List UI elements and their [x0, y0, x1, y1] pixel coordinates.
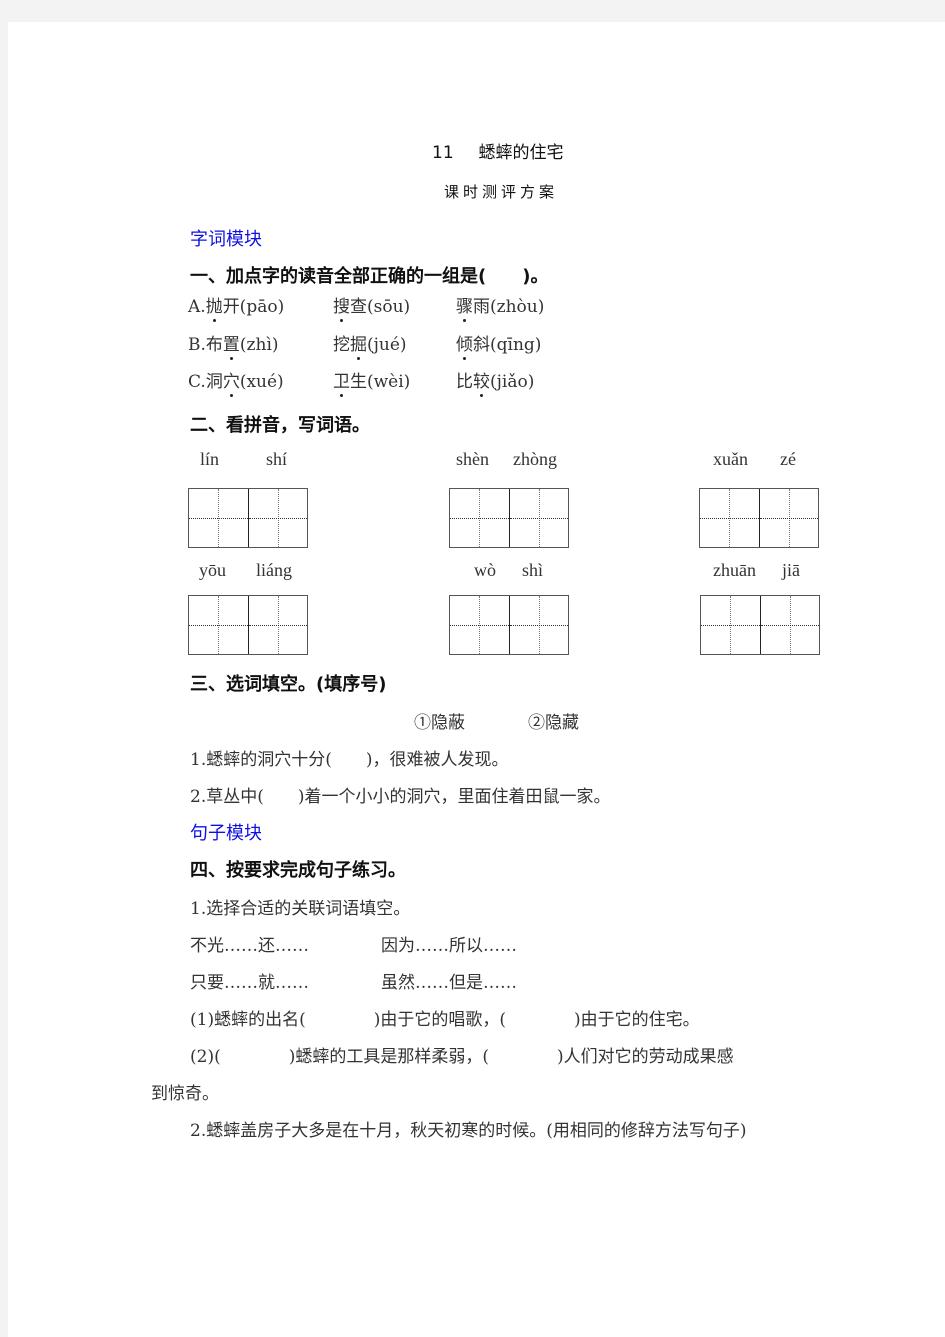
question-1-heading: 一、加点字的读音全部正确的一组是( )。 — [190, 266, 549, 287]
pinyin-label: zhòng — [513, 449, 557, 469]
writing-grid[interactable] — [188, 595, 308, 655]
writing-cell[interactable] — [758, 489, 819, 547]
conjunction-option: 不光……还…… — [190, 936, 309, 956]
pinyin-label: zhuān — [713, 560, 756, 580]
fill-sentence-2: 2.草丛中( )着一个小小的洞穴，里面住着田鼠一家。 — [190, 787, 611, 807]
question-4-part-1-title: 1.选择合适的关联词语填空。 — [190, 899, 411, 919]
dotted-char: 骤 — [456, 292, 473, 322]
pinyin-label: jiā — [782, 560, 800, 580]
lesson-number: 11 — [432, 143, 454, 163]
writing-cell[interactable] — [508, 596, 569, 654]
dotted-char: 较 — [473, 367, 490, 397]
dotted-char: 置 — [223, 330, 240, 360]
pinyin-label: yōu — [199, 560, 226, 580]
pinyin-label: shí — [266, 449, 288, 469]
conjunction-sentence-2: (2)( )蟋蟀的工具是那样柔弱，( )人们对它的劳动成果感 — [190, 1047, 734, 1067]
writing-cell[interactable] — [759, 596, 820, 654]
question-4-part-2: 2.蟋蟀盖房子大多是在十月，秋天初寒的时候。(用相同的修辞方法写句子) — [190, 1121, 747, 1141]
pinyin-label: xuǎn — [713, 449, 748, 469]
conjunction-option: 只要……就…… — [190, 973, 309, 993]
pinyin-label: shèn — [456, 449, 489, 469]
dotted-char: 搜 — [333, 292, 350, 322]
question-4-heading: 四、按要求完成句子练习。 — [190, 860, 406, 881]
writing-cell[interactable] — [247, 489, 308, 547]
option-c-item-2: 卫生(wèi) — [333, 367, 410, 397]
writing-grid[interactable] — [449, 595, 569, 655]
option-a-item-3: 骤雨(zhòu) — [456, 292, 544, 322]
writing-cell[interactable] — [189, 489, 248, 547]
conjunction-sentence-2-cont: 到惊奇。 — [151, 1084, 219, 1104]
module-heading-sentences: 句子模块 — [190, 823, 262, 844]
option-c-item-3: 比较(jiǎo) — [456, 367, 534, 397]
dotted-char: 穴 — [223, 367, 240, 397]
writing-grid[interactable] — [700, 595, 820, 655]
writing-cell[interactable] — [247, 596, 308, 654]
option-b-item-2: 挖掘(jué) — [333, 330, 407, 360]
fill-sentence-1: 1.蟋蟀的洞穴十分( )，很难被人发现。 — [190, 750, 509, 770]
option-a-item-2: 搜查(sōu) — [333, 292, 410, 322]
writing-grid[interactable] — [699, 488, 819, 548]
pinyin-label: lín — [200, 449, 220, 469]
word-choice-2: ②隐藏 — [528, 713, 579, 733]
option-b-item-3: 倾斜(qīng) — [456, 330, 541, 360]
conjunction-option: 虽然……但是…… — [381, 973, 517, 993]
writing-cell[interactable] — [701, 596, 760, 654]
writing-cell[interactable] — [450, 489, 509, 547]
writing-grid[interactable] — [449, 488, 569, 548]
page-subtitle: 课时测评方案 — [444, 183, 559, 201]
dotted-char: 掘 — [350, 330, 367, 360]
module-heading-words: 字词模块 — [190, 229, 262, 250]
writing-grid[interactable] — [188, 488, 308, 548]
option-a: A.抛开(pāo) — [188, 292, 284, 322]
pinyin-label: shì — [522, 560, 544, 580]
writing-cell[interactable] — [189, 596, 248, 654]
pinyin-label: wò — [474, 560, 496, 580]
word-choice-1: ①隐蔽 — [414, 713, 465, 733]
conjunction-sentence-1: (1)蟋蟀的出名( )由于它的唱歌，( )由于它的住宅。 — [190, 1010, 700, 1030]
option-c: C.洞穴(xué) — [188, 367, 284, 397]
question-3-heading: 三、选词填空。(填序号) — [190, 674, 387, 695]
conjunction-option: 因为……所以…… — [381, 936, 517, 956]
dotted-char: 卫 — [333, 367, 350, 397]
dotted-char: 倾 — [456, 330, 473, 360]
lesson-title: 11 蟋蟀的住宅 — [432, 138, 563, 163]
pinyin-label: liáng — [256, 560, 292, 580]
option-b: B.布置(zhì) — [188, 330, 279, 360]
writing-cell[interactable] — [450, 596, 509, 654]
pinyin-label: zé — [780, 449, 796, 469]
dotted-char: 抛 — [206, 292, 223, 322]
writing-cell[interactable] — [508, 489, 569, 547]
writing-cell[interactable] — [700, 489, 759, 547]
question-2-heading: 二、看拼音，写词语。 — [190, 415, 370, 436]
lesson-name: 蟋蟀的住宅 — [478, 143, 564, 163]
